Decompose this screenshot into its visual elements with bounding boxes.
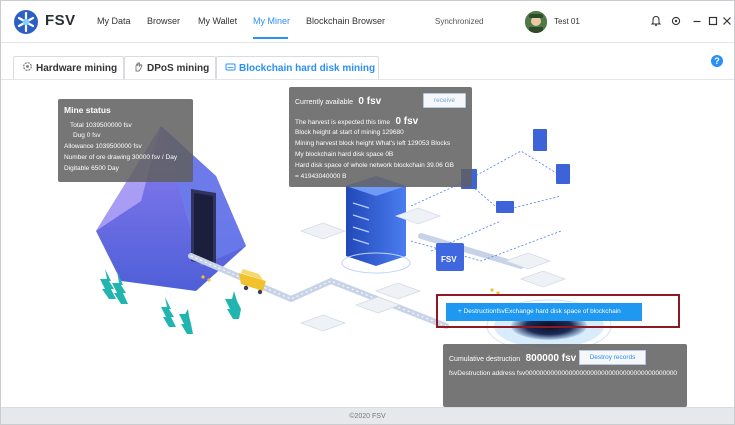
nav-blockchain-browser[interactable]: Blockchain Browser <box>306 16 385 26</box>
mine-status-panel: Mine status Total 1039500000 fsv Dug 0 f… <box>58 99 193 182</box>
nav-my-wallet[interactable]: My Wallet <box>198 16 237 26</box>
tab-dpos-mining-label: DPoS mining <box>147 63 210 74</box>
nav-browser[interactable]: Browser <box>147 16 180 26</box>
destruction-row: Cumulative destruction 800000 fsv <box>449 353 576 364</box>
tab-dpos-mining[interactable]: DPoS mining <box>124 56 216 80</box>
svg-text:FSV: FSV <box>441 255 457 264</box>
mine-cart-illustration <box>239 269 266 295</box>
available-row: Currently available 0 fsv <box>295 96 381 107</box>
destruction-exchange-button[interactable]: + DestructionfsvExchange hard disk space… <box>446 303 642 321</box>
harvest-label: The harvest is expected this time <box>295 119 391 126</box>
destruction-label: Cumulative destruction <box>449 356 521 363</box>
mine-status-title: Mine status <box>64 105 111 115</box>
app-window: FSV My Data Browser My Wallet My Miner B… <box>0 0 735 425</box>
gear-icon <box>23 62 32 71</box>
avatar[interactable] <box>525 11 547 33</box>
block-start-height: Block height at start of mining 129680 <box>295 129 404 136</box>
mine-digitable: Digitable 6500 Day <box>64 165 119 172</box>
bell-icon[interactable] <box>650 15 662 27</box>
maximize-icon[interactable] <box>707 15 719 27</box>
destruction-exchange-label: DestructionfsvExchange hard disk space o… <box>463 308 621 315</box>
mine-dug: Dug 0 fsv <box>73 132 101 139</box>
receive-button[interactable]: receive <box>423 93 466 108</box>
top-bar: FSV My Data Browser My Wallet My Miner B… <box>1 1 734 43</box>
mining-scene: FSV Mine status Total 1039500000 fsv Dug… <box>1 81 734 407</box>
hand-icon <box>135 62 143 72</box>
available-label: Currently available <box>295 99 353 106</box>
availability-panel: Currently available 0 fsv receive The ha… <box>289 87 472 187</box>
tab-divider <box>1 79 734 80</box>
network-disk-space: Hard disk space of whole network blockch… <box>295 162 454 169</box>
tab-hardware-mining-label: Hardware mining <box>36 63 118 74</box>
available-value: 0 fsv <box>358 96 382 107</box>
app-name: FSV <box>45 12 76 29</box>
destruction-value: 800000 fsv <box>525 353 577 364</box>
harvest-block-height: Mining harvest block height What's left … <box>295 140 451 147</box>
harvest-value: 0 fsv <box>395 116 419 127</box>
help-icon[interactable]: ? <box>711 55 723 67</box>
mine-allowance: Allowance 1039500000 fsv <box>64 143 142 150</box>
harvest-row: The harvest is expected this time 0 fsv <box>295 116 418 127</box>
footer: ©2020 FSV <box>1 407 734 424</box>
network-disk-bytes: = 41943040000 B <box>295 173 347 180</box>
destruction-panel: Cumulative destruction 800000 fsv Destro… <box>443 344 687 407</box>
destruction-address: fsvDestruction address fsv00000000000000… <box>449 370 678 377</box>
user-name: Test 01 <box>554 17 580 26</box>
sync-status: Synchronized <box>435 17 484 26</box>
tab-blockchain-hard-disk-mining-label: Blockchain hard disk mining <box>239 63 376 74</box>
mine-total: Total 1039500000 fsv <box>70 122 132 129</box>
destroy-records-button[interactable]: Destroy records <box>579 350 646 365</box>
hard-disk-icon <box>225 63 236 71</box>
nav-my-miner[interactable]: My Miner <box>253 16 290 26</box>
nav-my-data[interactable]: My Data <box>97 16 131 26</box>
server-tower-illustration <box>341 176 411 274</box>
close-icon[interactable] <box>721 15 733 27</box>
avatar-image-icon <box>525 11 547 33</box>
tab-hardware-mining[interactable]: Hardware mining <box>13 56 124 80</box>
tab-blockchain-hard-disk-mining[interactable]: Blockchain hard disk mining <box>216 56 379 80</box>
my-disk-space: My blockchain hard disk space 0B <box>295 151 394 158</box>
settings-icon[interactable] <box>670 15 682 27</box>
fsv-logo-icon <box>14 10 38 34</box>
minimize-icon[interactable] <box>691 15 703 27</box>
mine-ore-drawing: Number of ore drawing 30000 fsv / Day <box>64 154 178 161</box>
nav-active-indicator <box>253 37 288 39</box>
